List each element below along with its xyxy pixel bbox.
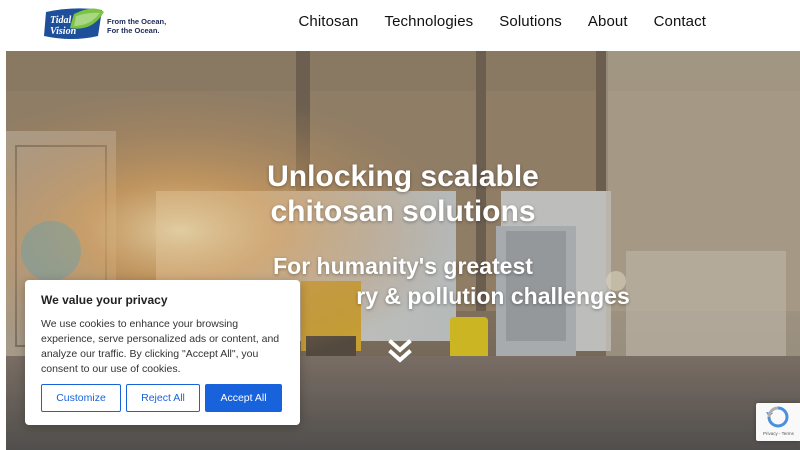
hero-subtitle-line1: For humanity's greatest [273,253,533,279]
recaptcha-label: Privacy - Terms [763,431,794,436]
hero-title-line1: Unlocking scalable [267,160,539,193]
svg-text:Vision: Vision [50,26,77,37]
cookie-title: We value your privacy [41,293,168,307]
cookie-buttons: Customize Reject All Accept All [41,384,282,412]
logo-tagline: From the Ocean, For the Ocean. [107,17,167,35]
double-chevron-down-icon[interactable] [388,339,412,365]
reject-all-button[interactable]: Reject All [126,384,200,412]
customize-button[interactable]: Customize [41,384,121,412]
accept-all-button[interactable]: Accept All [205,384,282,412]
hero-title-line2: chitosan solutions [270,195,536,228]
recaptcha-badge[interactable]: Privacy - Terms [756,403,800,441]
nav-item-chitosan[interactable]: Chitosan [299,13,359,30]
svg-text:Tidal: Tidal [50,15,72,26]
cookie-description: We use cookies to enhance your browsing … [41,318,280,375]
site-header: Tidal Vision From the Ocean, For the Oce… [0,0,800,50]
main-nav: Chitosan Technologies Solutions About Co… [299,13,707,30]
recaptcha-icon [766,406,789,428]
nav-item-contact[interactable]: Contact [654,13,706,30]
tidal-vision-logo[interactable]: Tidal Vision From the Ocean, For the Oce… [44,6,174,42]
nav-item-about[interactable]: About [588,13,628,30]
logo-badge-icon: Tidal Vision [44,8,104,39]
cookie-consent-banner: We value your privacy We use cookies to … [25,280,300,425]
hero-title: Unlocking scalable chitosan solutions [6,159,800,229]
nav-item-technologies[interactable]: Technologies [385,13,474,30]
nav-item-solutions[interactable]: Solutions [499,13,562,30]
